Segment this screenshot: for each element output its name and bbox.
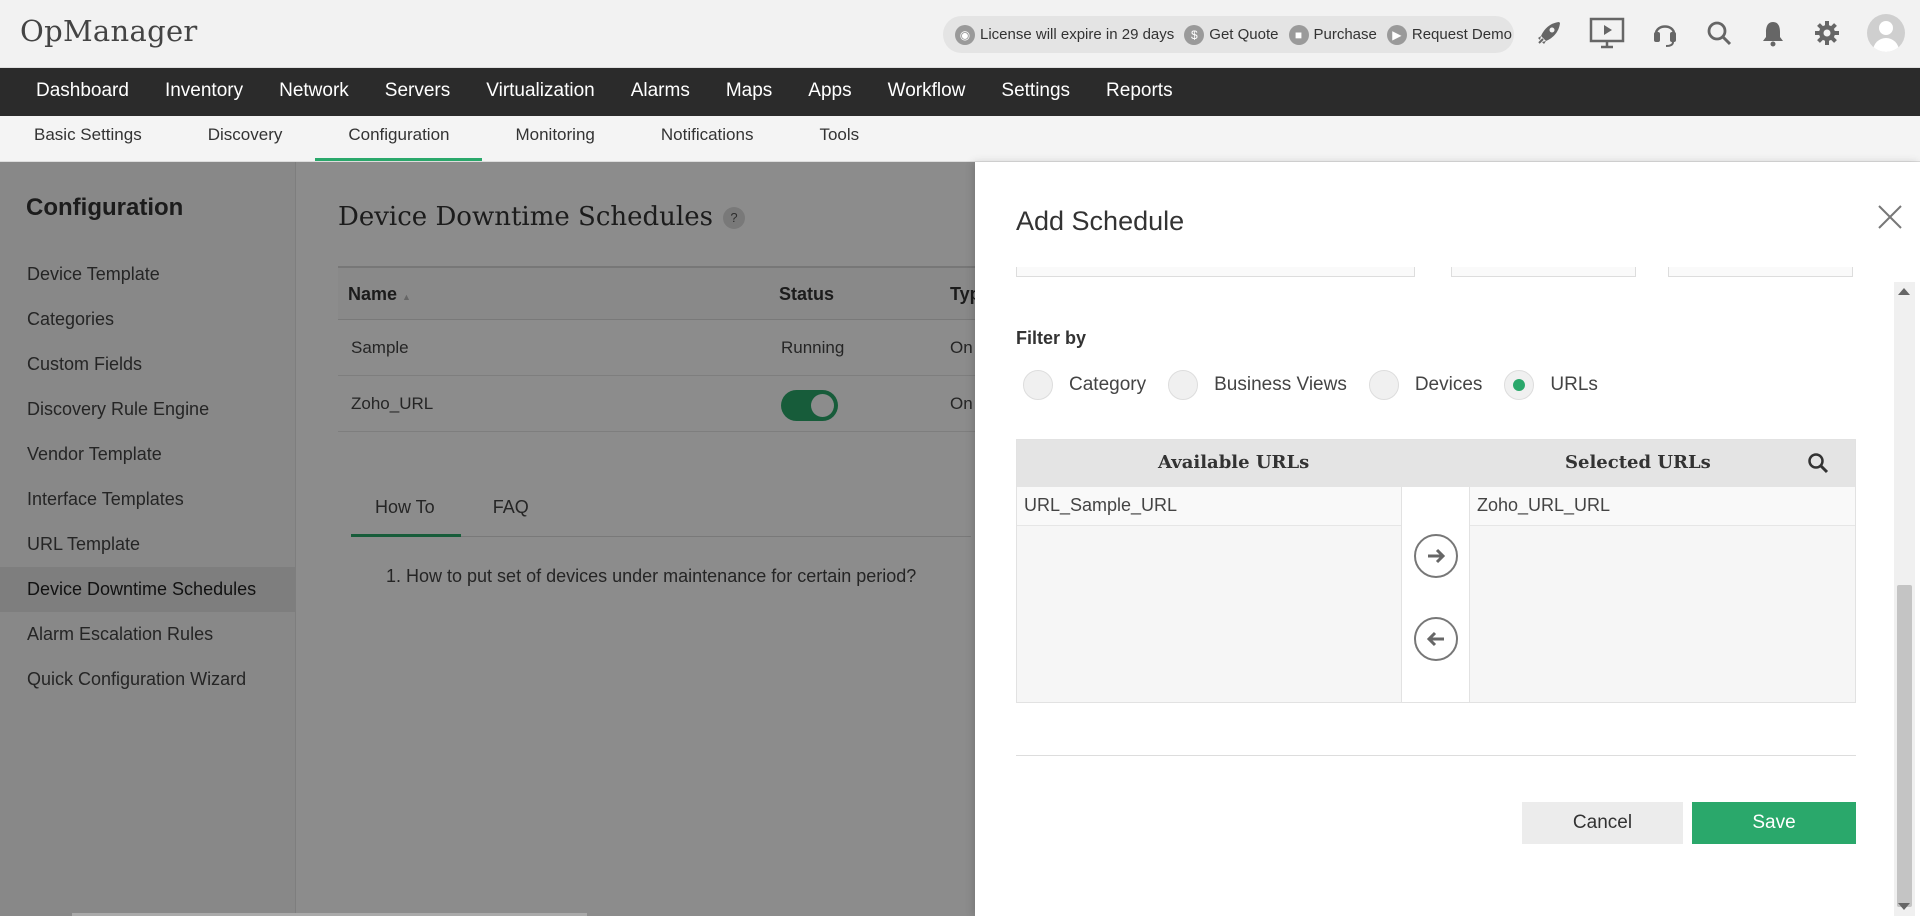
dialog-scrollbar[interactable] (1894, 282, 1915, 916)
demo-icon: ▶ (1386, 24, 1407, 45)
radio-label: Devices (1414, 374, 1483, 395)
radio-button[interactable] (1023, 370, 1053, 400)
nav-workflow[interactable]: Workflow (870, 68, 984, 116)
headset-icon[interactable] (1651, 15, 1679, 51)
nav-servers[interactable]: Servers (367, 68, 468, 116)
list-item[interactable]: Zoho_URL_URL (1470, 487, 1855, 526)
arrow-left-icon (1426, 631, 1444, 647)
nav-apps[interactable]: Apps (790, 68, 869, 116)
available-urls-header: Available URLs (1158, 452, 1310, 473)
dollar-icon: $ (1184, 24, 1205, 45)
modal-overlay[interactable] (0, 162, 975, 916)
save-button[interactable]: Save (1692, 802, 1856, 844)
name-field-edge (1016, 267, 1415, 277)
rocket-icon[interactable] (1535, 15, 1563, 51)
cancel-button[interactable]: Cancel (1522, 802, 1683, 844)
subnav-basic-settings[interactable]: Basic Settings (0, 116, 175, 161)
radio-button[interactable] (1368, 370, 1399, 400)
subnav-discovery[interactable]: Discovery (175, 116, 316, 161)
radio-label: URLs (1550, 374, 1598, 395)
license-text: License will expire in 29 days (980, 26, 1175, 43)
date-field-edge (1451, 267, 1636, 277)
radio-button[interactable] (1168, 370, 1199, 400)
selected-urls-header: Selected URLs (1565, 452, 1711, 473)
bell-icon[interactable] (1759, 15, 1787, 51)
nav-network[interactable]: Network (261, 68, 367, 116)
request-demo-link[interactable]: ▶ Request Demo (1386, 24, 1512, 45)
radio-devices[interactable]: Devices (1368, 370, 1483, 400)
header-icons (1535, 14, 1905, 52)
nav-virtualization[interactable]: Virtualization (468, 68, 612, 116)
scroll-up-arrow-icon[interactable] (1898, 288, 1910, 295)
subnav-monitoring[interactable]: Monitoring (482, 116, 627, 161)
main-nav: Dashboard Inventory Network Servers Virt… (0, 68, 1920, 116)
nav-inventory[interactable]: Inventory (147, 68, 261, 116)
subnav-configuration[interactable]: Configuration (315, 116, 483, 161)
presentation-icon[interactable] (1589, 15, 1625, 51)
time-field-edge (1668, 267, 1853, 277)
nav-dashboard[interactable]: Dashboard (0, 68, 147, 116)
transfer-controls (1402, 487, 1470, 702)
license-status: ◉ License will expire in 29 days (955, 24, 1175, 45)
search-icon[interactable] (1705, 15, 1733, 51)
scrollbar-thumb[interactable] (1897, 585, 1912, 907)
available-urls-list: URL_Sample_URL (1017, 487, 1402, 702)
license-bar: ◉ License will expire in 29 days $ Get Q… (943, 16, 1514, 53)
picker-header: Available URLs Selected URLs (1017, 440, 1855, 487)
radio-category[interactable]: Category (1023, 370, 1146, 400)
purchase-label: Purchase (1313, 26, 1377, 43)
subnav-notifications[interactable]: Notifications (628, 116, 787, 161)
radio-urls[interactable]: URLs (1504, 370, 1598, 400)
top-header: OpManager ◉ License will expire in 29 da… (0, 0, 1920, 68)
selected-urls-list: Zoho_URL_URL (1470, 487, 1855, 702)
filter-label: Filter by (1016, 328, 1087, 348)
list-item[interactable]: URL_Sample_URL (1017, 487, 1401, 526)
close-icon[interactable] (1875, 202, 1905, 232)
avatar[interactable] (1867, 14, 1905, 52)
radio-label: Category (1069, 374, 1147, 395)
app-logo[interactable]: OpManager (20, 14, 198, 48)
nav-reports[interactable]: Reports (1088, 68, 1191, 116)
search-icon[interactable] (1807, 452, 1829, 479)
nav-alarms[interactable]: Alarms (613, 68, 708, 116)
arrow-right-icon (1428, 548, 1446, 564)
gear-icon[interactable] (1813, 15, 1841, 51)
get-quote-label: Get Quote (1209, 26, 1279, 43)
request-demo-label: Request Demo (1411, 26, 1512, 43)
purchase-link[interactable]: ■ Purchase (1288, 24, 1377, 45)
radio-business-views[interactable]: Business Views (1168, 370, 1347, 400)
subnav-tools[interactable]: Tools (786, 116, 892, 161)
nav-maps[interactable]: Maps (708, 68, 790, 116)
move-left-button[interactable] (1414, 617, 1458, 661)
license-icon: ◉ (955, 24, 975, 45)
sub-nav: Basic Settings Discovery Configuration M… (0, 116, 1920, 162)
url-picker: Available URLs Selected URLs URL_Sample_… (1016, 439, 1856, 703)
dialog-divider (1016, 755, 1856, 756)
get-quote-link[interactable]: $ Get Quote (1184, 24, 1279, 45)
nav-settings[interactable]: Settings (983, 68, 1088, 116)
filter-radio-group: Category Business Views Devices URLs (1023, 370, 1620, 400)
radio-button-selected[interactable] (1504, 370, 1535, 400)
radio-label: Business Views (1214, 374, 1347, 395)
add-schedule-dialog: Add Schedule Filter by Category Business… (975, 162, 1920, 916)
move-right-button[interactable] (1414, 534, 1458, 578)
dialog-title: Add Schedule (1016, 206, 1185, 236)
cart-icon: ■ (1288, 24, 1309, 45)
scroll-down-arrow-icon[interactable] (1898, 903, 1910, 910)
